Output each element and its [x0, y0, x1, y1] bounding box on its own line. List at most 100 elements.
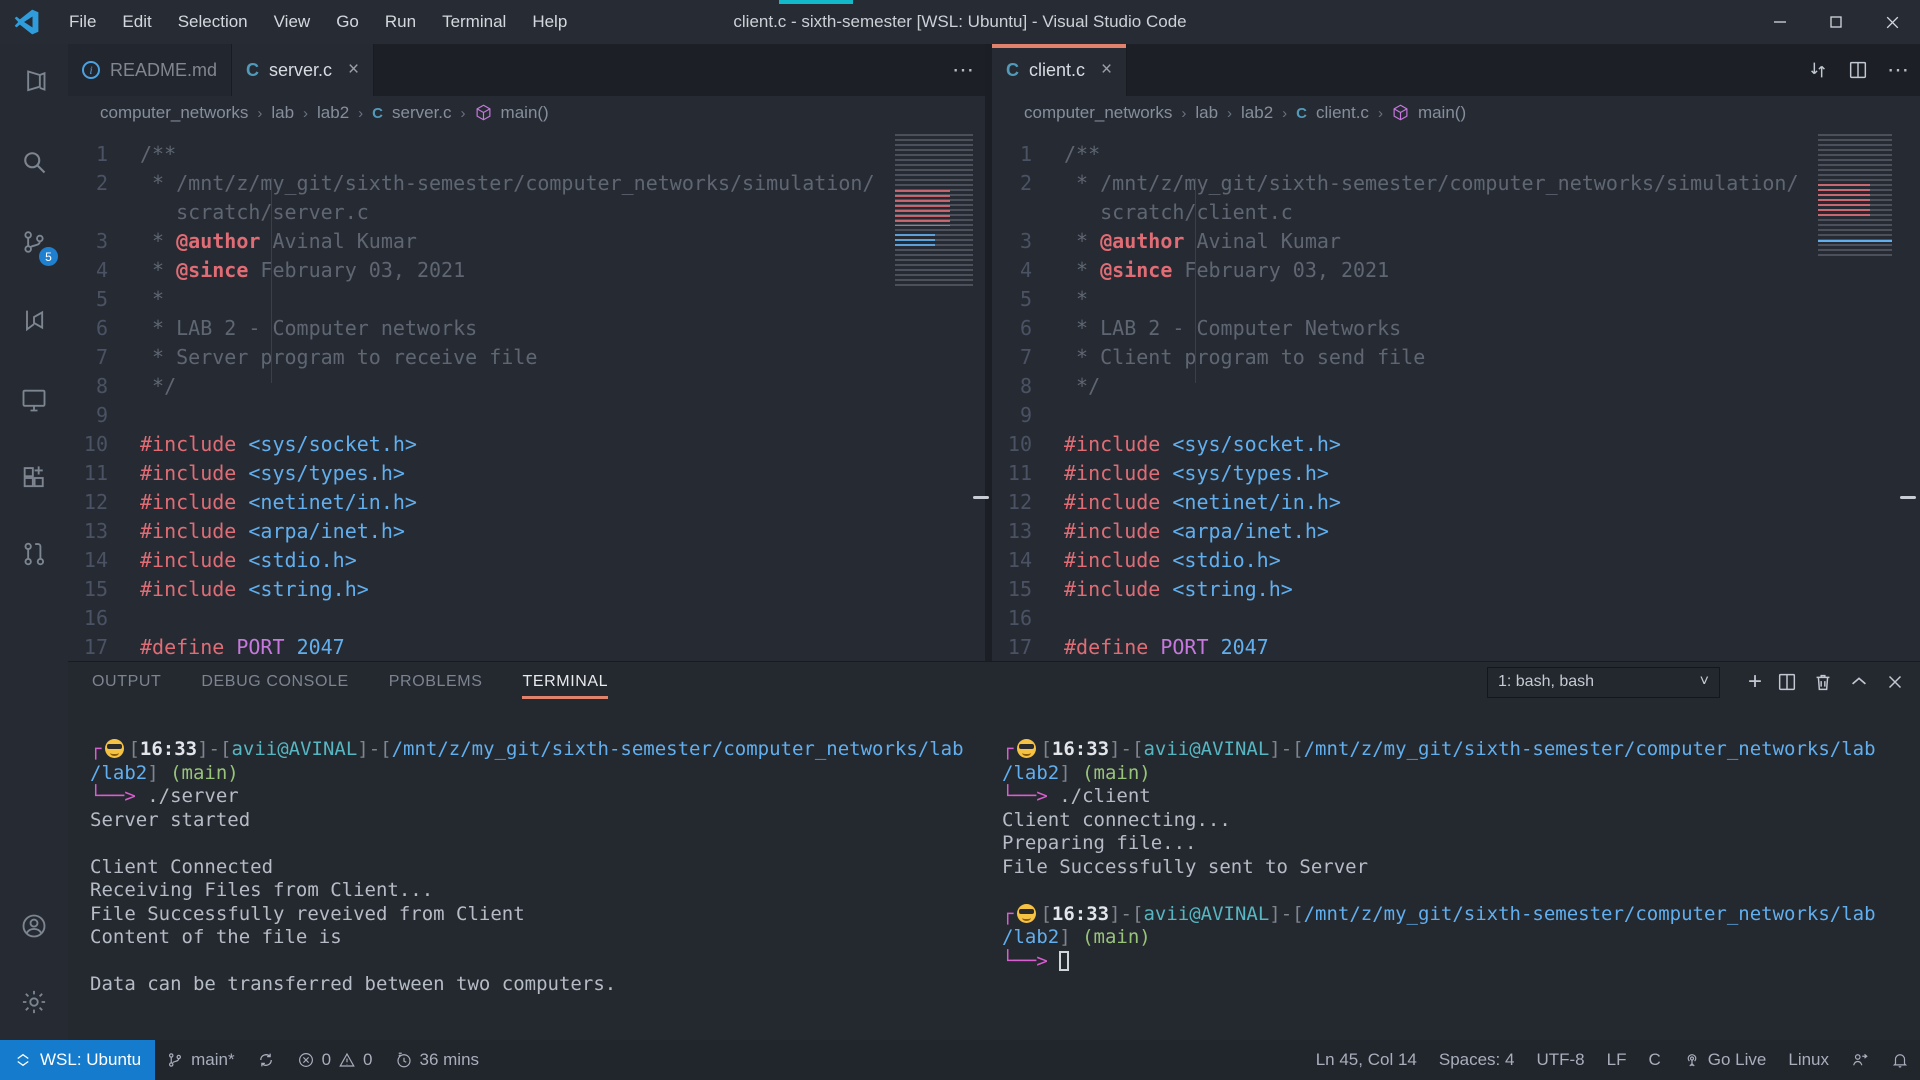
- notifications-button[interactable]: [1880, 1040, 1920, 1080]
- vscode-window: File Edit Selection View Go Run Terminal…: [0, 0, 1920, 1080]
- line-number: 12: [68, 488, 140, 517]
- breadcrumb-folder[interactable]: lab2: [317, 103, 349, 123]
- scrollbar-grip[interactable]: [1900, 496, 1916, 499]
- more-actions-icon[interactable]: ⋯: [1887, 57, 1910, 83]
- symbol-method-icon: [1392, 102, 1409, 124]
- remote-explorer-icon[interactable]: [0, 374, 68, 426]
- terminal-line: ┌[16:33]-[avii@AVINAL]-[/mnt/z/my_git/si…: [1002, 738, 1910, 762]
- breadcrumb-file[interactable]: client.c: [1316, 103, 1369, 123]
- minimap[interactable]: [895, 134, 973, 286]
- c-file-icon: C: [246, 60, 259, 81]
- open-changes-icon[interactable]: [1807, 59, 1829, 81]
- terminal-shell-select[interactable]: 1: bash, bash ˅: [1487, 667, 1720, 698]
- menu-terminal[interactable]: Terminal: [429, 0, 519, 44]
- panel-tab-terminal[interactable]: TERMINAL: [522, 662, 608, 702]
- menu-selection[interactable]: Selection: [165, 0, 261, 44]
- code-line: scratch/client.c: [992, 198, 1920, 227]
- kill-terminal-icon[interactable]: [1812, 671, 1834, 693]
- panel-tab-output[interactable]: OUTPUT: [92, 662, 161, 702]
- problems-indicator[interactable]: 0 0: [286, 1040, 384, 1080]
- code-line: 13#include <arpa/inet.h>: [68, 517, 985, 546]
- menu-help[interactable]: Help: [519, 0, 580, 44]
- c-file-icon: C: [1006, 60, 1019, 81]
- new-terminal-icon[interactable]: +: [1748, 668, 1762, 696]
- line-number: 8: [992, 372, 1064, 401]
- breadcrumb-server[interactable]: computer_networks› lab› lab2› C server.c…: [68, 96, 985, 130]
- terminal-line: File Successfully sent to Server: [1002, 856, 1910, 880]
- menu-file[interactable]: File: [56, 0, 109, 44]
- readme-file-icon: i: [82, 61, 100, 79]
- breadcrumb-symbol[interactable]: main(): [1418, 103, 1466, 123]
- remote-indicator[interactable]: WSL: Ubuntu: [0, 1040, 155, 1080]
- menu-view[interactable]: View: [261, 0, 324, 44]
- panel-tab-debug-console[interactable]: DEBUG CONSOLE: [201, 662, 348, 702]
- split-terminal-icon[interactable]: [1776, 671, 1798, 693]
- cursor-position[interactable]: Ln 45, Col 14: [1305, 1040, 1428, 1080]
- breadcrumb-client[interactable]: computer_networks› lab› lab2› C client.c…: [992, 96, 1920, 130]
- terminal-client[interactable]: ┌[16:33]-[avii@AVINAL]-[/mnt/z/my_git/si…: [1002, 702, 1910, 1080]
- split-editor-icon[interactable]: [1847, 59, 1869, 81]
- breadcrumb-symbol[interactable]: main(): [501, 103, 549, 123]
- breadcrumb-folder[interactable]: computer_networks: [1024, 103, 1172, 123]
- terminal-server[interactable]: ┌[16:33]-[avii@AVINAL]-[/mnt/z/my_git/si…: [90, 702, 985, 1080]
- more-actions-icon[interactable]: ⋯: [952, 57, 975, 83]
- line-number: 3: [68, 227, 140, 256]
- menu-run[interactable]: Run: [372, 0, 429, 44]
- warning-icon: [338, 1051, 356, 1069]
- encoding[interactable]: UTF-8: [1525, 1040, 1595, 1080]
- code-line: 4 * @since February 03, 2021: [68, 256, 985, 285]
- code-line: 14#include <stdio.h>: [68, 546, 985, 575]
- line-number: 7: [68, 343, 140, 372]
- sash-grip[interactable]: [973, 496, 989, 499]
- go-live-button[interactable]: Go Live: [1672, 1040, 1778, 1080]
- tab-server-c[interactable]: C server.c ×: [232, 44, 374, 96]
- extensions-icon[interactable]: [0, 452, 68, 504]
- c-file-icon: C: [372, 105, 383, 122]
- breadcrumb-folder[interactable]: computer_networks: [100, 103, 248, 123]
- close-tab-icon[interactable]: ×: [348, 59, 359, 81]
- code-line: 16: [68, 604, 985, 633]
- panel-tab-problems[interactable]: PROBLEMS: [389, 662, 483, 702]
- maximize-panel-icon[interactable]: [1848, 671, 1870, 693]
- code-line: 11#include <sys/types.h>: [68, 459, 985, 488]
- feedback-button[interactable]: [1840, 1040, 1880, 1080]
- close-tab-icon[interactable]: ×: [1101, 59, 1112, 81]
- menu-go[interactable]: Go: [323, 0, 372, 44]
- os-indicator[interactable]: Linux: [1777, 1040, 1840, 1080]
- breadcrumb-folder[interactable]: lab: [1195, 103, 1218, 123]
- sync-icon: [257, 1051, 275, 1069]
- source-control-icon[interactable]: 5: [0, 216, 68, 268]
- language-mode[interactable]: C: [1637, 1040, 1671, 1080]
- menu-edit[interactable]: Edit: [109, 0, 164, 44]
- line-number: 17: [68, 633, 140, 662]
- code-line: 12#include <netinet/in.h>: [68, 488, 985, 517]
- maximize-button[interactable]: [1808, 0, 1864, 44]
- code-line: 8 */: [992, 372, 1920, 401]
- tab-client-c[interactable]: C client.c ×: [992, 44, 1127, 96]
- breadcrumb-folder[interactable]: lab: [271, 103, 294, 123]
- sync-button[interactable]: [246, 1040, 286, 1080]
- pull-request-icon[interactable]: [0, 528, 68, 580]
- run-debug-icon[interactable]: [0, 294, 68, 346]
- code-line: 9: [992, 401, 1920, 430]
- breadcrumb-folder[interactable]: lab2: [1241, 103, 1273, 123]
- git-branch-indicator[interactable]: main*: [155, 1040, 245, 1080]
- time-tracker[interactable]: 36 mins: [384, 1040, 491, 1080]
- line-number: 4: [992, 256, 1064, 285]
- line-number: 16: [992, 604, 1064, 633]
- account-icon[interactable]: [0, 900, 68, 952]
- minimize-button[interactable]: [1752, 0, 1808, 44]
- terminal-line: /lab2] (main): [1002, 926, 1910, 950]
- line-number: 8: [68, 372, 140, 401]
- settings-gear-icon[interactable]: [0, 976, 68, 1028]
- explorer-icon[interactable]: [0, 56, 68, 108]
- close-panel-icon[interactable]: [1884, 671, 1906, 693]
- eol-sequence[interactable]: LF: [1596, 1040, 1638, 1080]
- close-window-button[interactable]: [1864, 0, 1920, 44]
- minimap[interactable]: [1818, 134, 1892, 256]
- terminal-line: Server started: [90, 809, 985, 833]
- tab-readme[interactable]: i README.md: [68, 44, 232, 96]
- indentation[interactable]: Spaces: 4: [1428, 1040, 1526, 1080]
- breadcrumb-file[interactable]: server.c: [392, 103, 452, 123]
- search-icon[interactable]: [0, 136, 68, 188]
